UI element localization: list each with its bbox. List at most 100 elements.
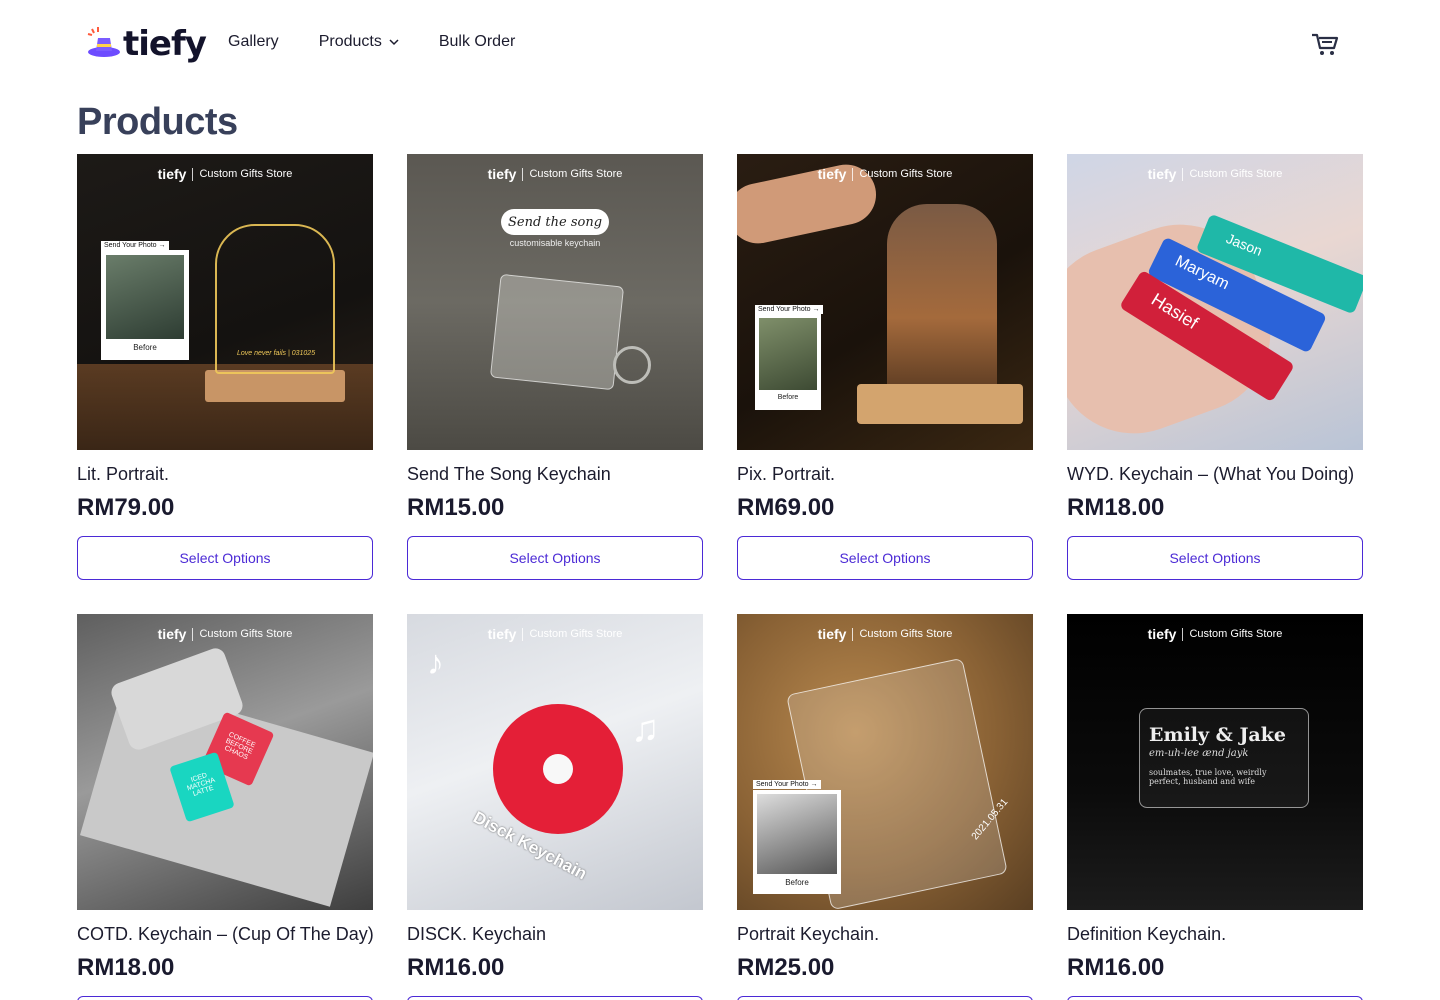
photo-card: Before xyxy=(101,250,189,360)
select-options-button[interactable] xyxy=(1067,996,1363,1000)
thumb-brand-tag: Custom Gifts Store xyxy=(859,168,953,180)
product-card: Jason Maryam Hasief tiefy Custom Gifts S… xyxy=(1067,154,1363,580)
thumb-brand-divider xyxy=(852,627,854,641)
thumb-brand-name: tiefy xyxy=(1147,626,1177,642)
send-photo-tag: Send Your Photo → xyxy=(755,305,823,314)
product-image[interactable]: COFFEE BEFORE CHAOS ICED MATCHA LATTE ti… xyxy=(77,614,373,910)
thumb-brand-bar: tiefy Custom Gifts Store xyxy=(77,166,373,182)
cart-icon[interactable] xyxy=(1310,30,1340,58)
product-card: 2021.05.31 Before Send Your Photo → tief… xyxy=(737,614,1033,1000)
photo-before-label: Before xyxy=(785,878,809,887)
product-name[interactable]: Portrait Keychain. xyxy=(737,924,879,945)
select-options-button[interactable]: Select Options xyxy=(77,536,373,580)
product-price: RM15.00 xyxy=(407,494,505,521)
music-note-icon: ♪ xyxy=(427,644,444,682)
thumb-brand-name: tiefy xyxy=(817,166,847,182)
product-image[interactable]: Before Send Your Photo → tiefy Custom Gi… xyxy=(737,154,1033,450)
select-options-button[interactable] xyxy=(407,996,703,1000)
thumb-brand-tag: Custom Gifts Store xyxy=(859,628,953,640)
thumb-brand-divider xyxy=(1182,167,1184,181)
select-options-button[interactable]: Select Options xyxy=(737,536,1033,580)
song-subtitle: customisable keychain xyxy=(509,238,601,248)
thumb-brand-divider xyxy=(522,627,524,641)
send-photo-tag: Send Your Photo → xyxy=(753,780,821,789)
product-image[interactable]: Disck Keychain ♫ ♪ tiefy Custom Gifts St… xyxy=(407,614,703,910)
product-price: RM69.00 xyxy=(737,494,835,521)
thumb-brand-name: tiefy xyxy=(157,166,187,182)
nav-products[interactable]: Products xyxy=(319,33,400,51)
acrylic-keychain xyxy=(489,273,625,391)
product-name[interactable]: Definition Keychain. xyxy=(1067,924,1226,945)
select-options-button[interactable]: Select Options xyxy=(1067,536,1363,580)
product-price: RM16.00 xyxy=(407,954,505,981)
thumb-brand-bar: tiefy Custom Gifts Store xyxy=(407,166,703,182)
product-name[interactable]: Pix. Portrait. xyxy=(737,464,835,485)
product-name[interactable]: DISCK. Keychain xyxy=(407,924,546,945)
thumb-brand-divider xyxy=(192,167,194,181)
wood-base xyxy=(205,370,345,402)
product-image[interactable]: Emily & Jake em-uh-lee ænd jayk soulmate… xyxy=(1067,614,1363,910)
product-card: Disck Keychain ♫ ♪ tiefy Custom Gifts St… xyxy=(407,614,703,1000)
thumb-brand-name: tiefy xyxy=(817,626,847,642)
product-card: Love never fails | 031025 Before Send Yo… xyxy=(77,154,373,580)
product-price: RM16.00 xyxy=(1067,954,1165,981)
thumb-brand-name: tiefy xyxy=(487,626,517,642)
wood-base xyxy=(857,384,1023,424)
photo-before-label: Before xyxy=(777,394,799,401)
thumb-brand-bar: tiefy Custom Gifts Store xyxy=(737,166,1033,182)
product-image[interactable]: Send the song customisable keychain tief… xyxy=(407,154,703,450)
disc-keychain xyxy=(493,704,623,834)
thumb-brand-name: tiefy xyxy=(1147,166,1177,182)
product-card: Before Send Your Photo → tiefy Custom Gi… xyxy=(737,154,1033,580)
product-price: RM18.00 xyxy=(77,954,175,981)
thumb-brand-name: tiefy xyxy=(487,166,517,182)
photo-card: Before xyxy=(755,314,821,410)
thumb-brand-divider xyxy=(852,167,854,181)
photo-portrait xyxy=(887,204,997,394)
product-price: RM25.00 xyxy=(737,954,835,981)
nav-gallery-label: Gallery xyxy=(228,33,279,50)
logo[interactable]: tiefy xyxy=(86,22,212,66)
logo-hat-icon xyxy=(87,27,120,57)
main-nav: Gallery Products Bulk Order xyxy=(228,33,515,51)
definition-phonetic: em-uh-lee ænd jayk xyxy=(1149,748,1249,759)
product-image[interactable]: 2021.05.31 Before Send Your Photo → tief… xyxy=(737,614,1033,910)
engraved-text: Love never fails | 031025 xyxy=(237,350,316,357)
thumb-brand-divider xyxy=(192,627,194,641)
thumb-brand-bar: tiefy Custom Gifts Store xyxy=(77,626,373,642)
photo-before-label: Before xyxy=(133,343,157,352)
select-options-button[interactable] xyxy=(77,996,373,1000)
product-price: RM79.00 xyxy=(77,494,175,521)
send-photo-tag: Send Your Photo → xyxy=(101,241,169,250)
product-card: Emily & Jake em-uh-lee ænd jayk soulmate… xyxy=(1067,614,1363,1000)
nav-bulk-order-label: Bulk Order xyxy=(438,33,516,50)
logo-wordmark: tiefy xyxy=(123,24,207,64)
thumb-brand-tag: Custom Gifts Store xyxy=(199,168,293,180)
select-options-button[interactable]: Select Options xyxy=(407,536,703,580)
product-name[interactable]: WYD. Keychain – (What You Doing) xyxy=(1067,464,1354,485)
product-card: Send the song customisable keychain tief… xyxy=(407,154,703,580)
thumb-brand-divider xyxy=(522,167,524,181)
select-options-button[interactable] xyxy=(737,996,1033,1000)
thumb-brand-tag: Custom Gifts Store xyxy=(1189,628,1283,640)
product-name[interactable]: Lit. Portrait. xyxy=(77,464,169,485)
thumb-brand-tag: Custom Gifts Store xyxy=(529,168,623,180)
product-name[interactable]: Send The Song Keychain xyxy=(407,464,611,485)
site-header: tiefy Gallery Products Bulk Order xyxy=(0,0,1440,88)
thumb-brand-tag: Custom Gifts Store xyxy=(529,628,623,640)
thumb-brand-tag: Custom Gifts Store xyxy=(1189,168,1283,180)
product-name[interactable]: COTD. Keychain – (Cup Of The Day) xyxy=(77,924,374,945)
send-song-badge: Send the song xyxy=(501,209,609,235)
thumb-brand-bar: tiefy Custom Gifts Store xyxy=(1067,166,1363,182)
nav-gallery[interactable]: Gallery xyxy=(228,33,279,51)
thumb-brand-bar: tiefy Custom Gifts Store xyxy=(407,626,703,642)
product-image[interactable]: Love never fails | 031025 Before Send Yo… xyxy=(77,154,373,450)
nav-bulk-order[interactable]: Bulk Order xyxy=(439,33,515,51)
product-image[interactable]: Jason Maryam Hasief tiefy Custom Gifts S… xyxy=(1067,154,1363,450)
keyring xyxy=(613,346,651,384)
thumb-brand-divider xyxy=(1182,627,1184,641)
nav-products-label: Products xyxy=(318,33,382,50)
page-title: Products xyxy=(77,101,238,143)
definition-body: soulmates, true love, weirdly perfect, h… xyxy=(1149,768,1267,786)
definition-title: Emily & Jake xyxy=(1149,724,1286,746)
